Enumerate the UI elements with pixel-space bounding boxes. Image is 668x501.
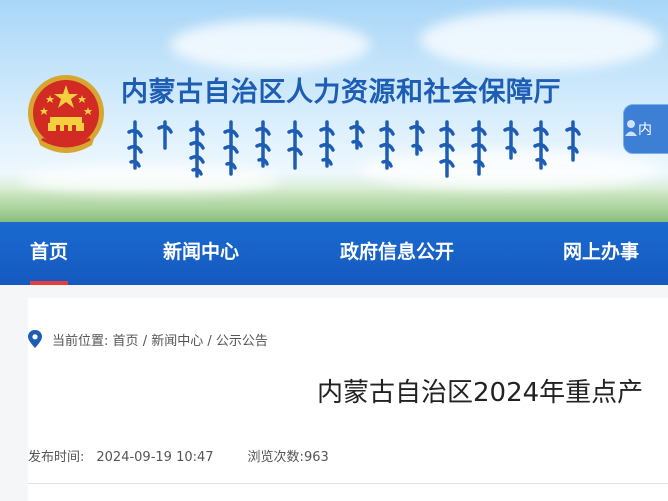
header-banner: 内蒙古自治区人力资源和社会保障厅 内 [0, 0, 668, 222]
header-quick-link[interactable]: 内 [623, 104, 668, 154]
nav-item-home[interactable]: 首页 [30, 222, 69, 285]
mongolian-script-title [127, 120, 581, 178]
publish-time-value: 2024-09-19 10:47 [96, 450, 214, 465]
location-pin-icon [28, 330, 42, 348]
cloud-decoration [420, 10, 660, 70]
breadcrumb-link-home[interactable]: 首页 [113, 334, 139, 349]
meta-divider [28, 483, 668, 484]
nav-item-government-info[interactable]: 政府信息公开 [340, 222, 454, 285]
main-nav: 首页 新闻中心 政府信息公开 网上办事 [0, 222, 668, 285]
breadcrumb-link-news-center[interactable]: 新闻中心 [151, 334, 203, 349]
breadcrumb-link-announcements[interactable]: 公示公告 [216, 334, 268, 349]
publish-time-label: 发布时间: [28, 450, 85, 465]
view-count-value: 963 [303, 450, 329, 465]
nav-item-online-services[interactable]: 网上办事 [563, 222, 639, 285]
breadcrumb-separator: / [207, 334, 212, 349]
article-meta: 发布时间: 2024-09-19 10:47 浏览次数:963 [28, 446, 329, 465]
breadcrumb-separator: / [142, 334, 148, 349]
cloud-decoration [170, 20, 370, 70]
national-emblem-icon[interactable] [26, 73, 106, 157]
nav-item-news-center[interactable]: 新闻中心 [163, 222, 239, 285]
header-quick-link-label: 内 [638, 122, 652, 138]
view-count-label: 浏览次数: [247, 450, 304, 465]
breadcrumb-prefix: 当前位置: [52, 334, 109, 349]
grassland-decoration [0, 188, 668, 222]
user-icon [625, 120, 637, 136]
article-title: 内蒙古自治区2024年重点产 [317, 378, 644, 408]
site-title[interactable]: 内蒙古自治区人力资源和社会保障厅 [121, 70, 561, 109]
